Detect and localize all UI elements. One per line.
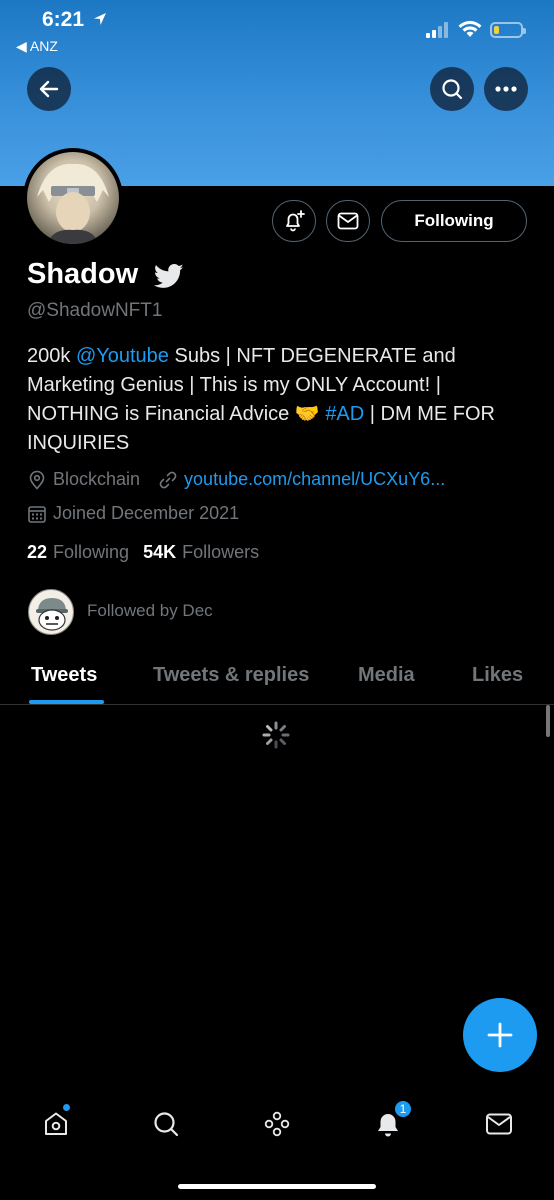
new-content-dot — [63, 1104, 70, 1111]
joined-item: Joined December 2021 — [27, 503, 239, 524]
battery-icon — [490, 22, 526, 38]
location-pin-icon — [29, 470, 45, 490]
follow-counts: 22 Following 54K Followers — [27, 542, 273, 563]
back-button[interactable] — [27, 67, 71, 111]
home-icon — [45, 1112, 67, 1135]
mail-icon — [486, 1113, 512, 1135]
home-indicator[interactable] — [178, 1184, 376, 1189]
bio-hashtag-link[interactable]: #AD — [325, 403, 364, 425]
profile-display-name: Shadow — [27, 258, 139, 290]
more-options-button[interactable] — [484, 67, 528, 111]
following-count: 22 — [27, 542, 48, 562]
search-button[interactable] — [430, 67, 474, 111]
joined-row: Joined December 2021 — [27, 503, 257, 524]
location-item: Blockchain — [27, 469, 140, 490]
bio-mention-link[interactable]: @Youtube — [76, 345, 169, 367]
location-text: Blockchain — [53, 469, 141, 489]
twitter-bird-icon — [154, 264, 184, 288]
tab-media[interactable]: Media — [358, 664, 415, 687]
following-button[interactable]: Following — [381, 200, 527, 242]
nav-messages[interactable] — [479, 1104, 519, 1144]
website-link[interactable]: youtube.com/channel/UCXuY6... — [184, 469, 445, 490]
bell-plus-icon — [286, 210, 305, 232]
compose-tweet-button[interactable] — [463, 998, 537, 1072]
location-arrow-icon — [94, 13, 106, 25]
back-to-app-link[interactable]: ◀ ANZ — [16, 38, 58, 55]
mail-icon — [337, 212, 359, 230]
followers-count-link[interactable]: 54K Followers — [143, 542, 259, 563]
profile-handle: @ShadowNFT1 — [27, 300, 163, 321]
plus-icon — [487, 1022, 513, 1048]
wifi-icon — [458, 20, 482, 37]
followers-count: 54K — [143, 542, 177, 562]
profile-tabs: Tweets Tweets & replies Media Likes — [0, 650, 554, 705]
status-bar: 6:21 ◀ ANZ — [0, 0, 554, 60]
profile-meta-row: Blockchain youtube.com/channel/UCXuY6... — [27, 469, 463, 490]
nav-search[interactable] — [146, 1104, 186, 1144]
nav-spaces[interactable] — [257, 1104, 297, 1144]
followed-by-avatar[interactable] — [28, 589, 74, 635]
website-item[interactable]: youtube.com/channel/UCXuY6... — [158, 469, 445, 490]
status-time: 6:21 — [42, 8, 85, 31]
arrow-left-icon — [39, 80, 59, 98]
nav-notifications[interactable]: 1 — [368, 1099, 413, 1144]
profile-bio: 200k @Youtube Subs | NFT DEGENERATE and … — [27, 342, 532, 458]
tab-likes[interactable]: Likes — [472, 664, 523, 687]
followers-label: Followers — [182, 542, 260, 562]
spaces-icon — [264, 1111, 290, 1137]
notify-toggle-button[interactable] — [272, 200, 316, 242]
notification-badge: 1 — [393, 1099, 413, 1119]
tab-tweets-and-replies[interactable]: Tweets & replies — [153, 664, 309, 687]
direct-message-button[interactable] — [326, 200, 370, 242]
bio-text: 200k — [27, 345, 76, 367]
search-icon — [442, 79, 463, 100]
active-tab-indicator — [29, 700, 104, 704]
profile-avatar[interactable] — [23, 148, 123, 248]
scrollbar[interactable] — [546, 705, 550, 737]
tab-tweets[interactable]: Tweets — [31, 664, 97, 687]
cellular-signal-icon — [426, 22, 448, 38]
avatar-image — [27, 152, 119, 244]
following-count-link[interactable]: 22 Following — [27, 542, 129, 563]
nav-home[interactable] — [36, 1104, 76, 1144]
search-icon — [154, 1112, 179, 1137]
calendar-icon — [28, 505, 46, 523]
more-horizontal-icon — [495, 86, 517, 92]
joined-text: Joined December 2021 — [53, 503, 240, 523]
loading-spinner-icon — [262, 721, 290, 749]
followed-by-text[interactable]: Followed by Dec — [87, 601, 213, 621]
bottom-navigation: 1 — [0, 1090, 554, 1160]
following-label: Following — [53, 542, 130, 562]
link-icon — [159, 471, 177, 488]
